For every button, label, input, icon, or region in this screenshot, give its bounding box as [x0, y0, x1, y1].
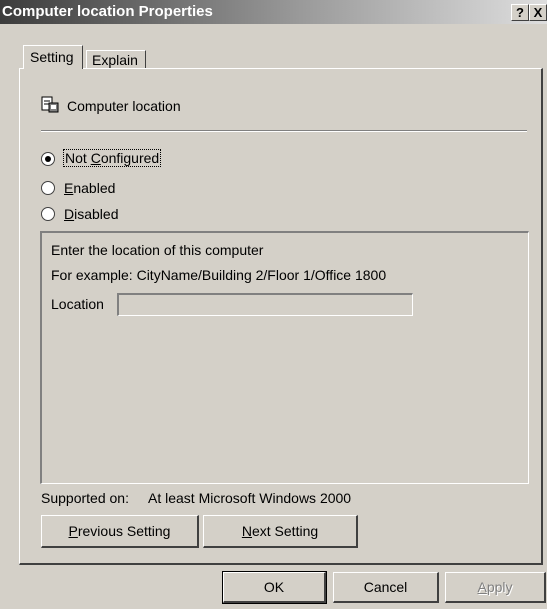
title-bar: Computer location Properties ? X — [0, 0, 547, 24]
tab-setting-label: Setting — [30, 49, 74, 65]
tab-explain-label: Explain — [92, 52, 138, 68]
ok-button[interactable]: OK — [222, 571, 327, 604]
policy-name: Computer location — [67, 98, 181, 114]
cancel-button[interactable]: Cancel — [333, 572, 439, 603]
previous-setting-button[interactable]: Previous Setting — [41, 515, 199, 548]
window-title: Computer location Properties — [2, 3, 213, 20]
help-button[interactable]: ? — [511, 4, 529, 21]
not-configured-radio[interactable] — [41, 152, 55, 166]
apply-button[interactable]: Apply — [445, 572, 546, 603]
options-example: For example: CityName/Building 2/Floor 1… — [51, 267, 387, 283]
tab-setting[interactable]: Setting — [23, 45, 83, 69]
separator — [41, 130, 527, 132]
enabled-radio[interactable] — [41, 181, 55, 195]
not-configured-label[interactable]: Not Configured — [62, 149, 162, 167]
disabled-label[interactable]: Disabled — [64, 206, 119, 222]
options-instruction: Enter the location of this computer — [51, 242, 264, 258]
disabled-radio[interactable] — [41, 207, 55, 221]
policy-object-icon — [41, 96, 59, 113]
options-panel: Enter the location of this computer For … — [40, 231, 529, 484]
next-setting-button[interactable]: Next Setting — [203, 515, 358, 548]
close-button[interactable]: X — [529, 4, 547, 21]
supported-on-value: At least Microsoft Windows 2000 — [148, 490, 352, 506]
supported-on-label: Supported on: — [41, 490, 129, 506]
tab-explain[interactable]: Explain — [86, 50, 146, 68]
enabled-label[interactable]: Enabled — [64, 180, 115, 196]
location-input[interactable] — [117, 293, 413, 316]
location-label: Location — [51, 296, 104, 312]
